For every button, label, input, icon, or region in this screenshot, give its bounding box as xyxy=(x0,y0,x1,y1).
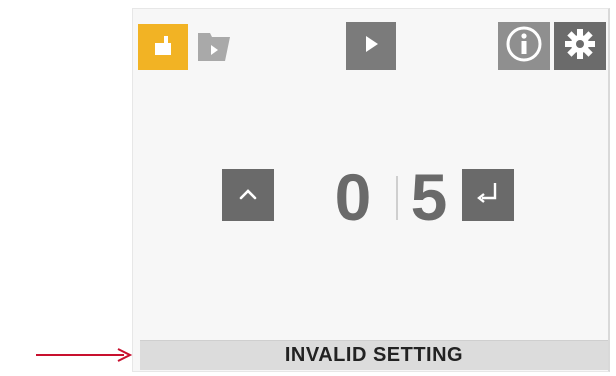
chevron-up-icon xyxy=(238,186,258,205)
folder-play-icon xyxy=(194,25,234,69)
enter-icon xyxy=(473,178,503,212)
digit-divider xyxy=(396,176,398,220)
digit-ones[interactable]: 5 xyxy=(402,164,456,230)
pointer-arrow-icon xyxy=(36,348,133,362)
enter-button[interactable] xyxy=(462,169,514,221)
device-screen: 0 5 INVALID SETTING xyxy=(0,0,616,376)
gear-icon xyxy=(563,27,597,65)
increment-button[interactable] xyxy=(222,169,274,221)
play-button[interactable] xyxy=(346,22,396,70)
folder-tab-button[interactable] xyxy=(192,24,236,70)
play-icon xyxy=(359,32,383,60)
document-tab-button[interactable] xyxy=(138,24,188,70)
digit-tens[interactable]: 0 xyxy=(326,164,380,230)
value-counter: 0 5 xyxy=(216,164,536,230)
settings-button[interactable] xyxy=(554,22,606,70)
info-button[interactable] xyxy=(498,22,550,70)
status-message: INVALID SETTING xyxy=(140,340,608,370)
document-icon xyxy=(148,30,178,64)
info-icon xyxy=(504,24,544,68)
